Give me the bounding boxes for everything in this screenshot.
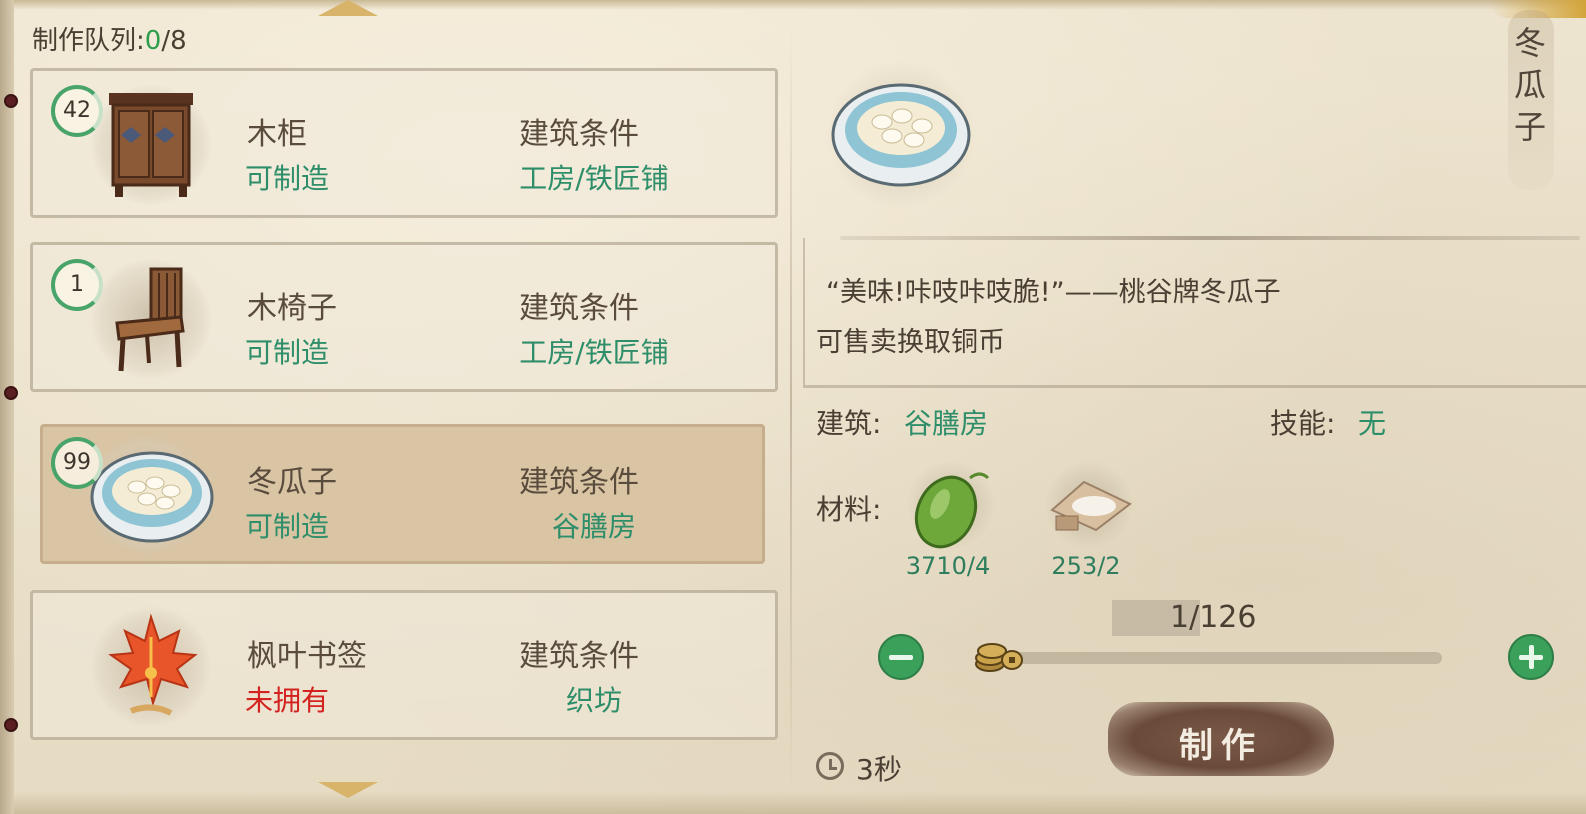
material-count: 253/2 — [1051, 552, 1121, 580]
queue-max: /8 — [161, 26, 187, 56]
queue-text: 制作队列: — [32, 26, 145, 56]
seed-bowl-icon — [87, 435, 214, 555]
condition-value: 谷膳房 — [551, 510, 636, 543]
condition-value: 工房/铁匠铺 — [519, 336, 669, 369]
detail-title: 冬 瓜 子 — [1506, 22, 1554, 148]
scroll-up-arrow-icon[interactable] — [318, 0, 378, 16]
title-char: 冬 — [1513, 24, 1546, 62]
recipe-status: 可制造 — [245, 336, 330, 369]
scroll-down-arrow-icon[interactable] — [318, 782, 378, 798]
quantity-slider[interactable] — [996, 652, 1442, 664]
building-label: 建筑: — [816, 407, 882, 440]
maple-leaf-icon — [91, 607, 211, 727]
wooden-chair-icon — [91, 259, 211, 379]
condition-value: 工房/铁匠铺 — [519, 162, 669, 195]
recipe-status: 可制造 — [245, 162, 330, 195]
top-edge — [14, 0, 1586, 10]
recipe-card-melon-seeds[interactable]: 99 冬瓜子 可制造 建筑条件 谷膳房 — [40, 424, 765, 564]
quantity-text: 1/126 — [1170, 600, 1257, 635]
material-item[interactable]: 3710/4 — [898, 460, 1008, 590]
book-binding — [0, 0, 14, 814]
skill-label: 技能: — [1270, 407, 1336, 440]
binding-ring — [4, 94, 18, 108]
recipe-name: 木椅子 — [247, 291, 337, 326]
increase-button[interactable] — [1508, 634, 1554, 680]
title-char: 子 — [1513, 108, 1546, 146]
condition-title: 建筑条件 — [519, 465, 639, 500]
description-box — [803, 238, 1586, 388]
flour-pack-icon — [1044, 460, 1134, 550]
recipe-card-chair[interactable]: 1 木椅子 可制造 建筑条件 工房/铁匠铺 — [30, 242, 778, 392]
recipe-name: 枫叶书签 — [247, 639, 367, 674]
owned-count-badge: 1 — [51, 259, 103, 311]
material-count: 3710/4 — [905, 552, 991, 580]
owned-count-badge: 99 — [51, 437, 103, 489]
recipe-name: 冬瓜子 — [247, 465, 337, 500]
detail-item-icon — [826, 60, 976, 210]
recipe-status: 未拥有 — [245, 684, 330, 717]
make-button[interactable]: 制作 — [1108, 702, 1334, 776]
panel-divider — [790, 22, 792, 792]
title-char: 瓜 — [1513, 66, 1546, 104]
winter-melon-icon — [906, 460, 996, 550]
description-line: “美味!咔吱咔吱脆!”——桃谷牌冬瓜子 — [826, 277, 1281, 308]
binding-ring — [4, 386, 18, 400]
coin-slider-knob-icon[interactable] — [970, 636, 1026, 676]
clock-icon — [816, 752, 844, 780]
craft-time: 3秒 — [856, 753, 902, 786]
condition-value: 织坊 — [565, 684, 622, 717]
skill-value: 无 — [1358, 407, 1387, 440]
bottom-edge — [14, 792, 1586, 814]
craft-queue-label: 制作队列:0/8 — [32, 20, 187, 57]
queue-current: 0 — [144, 26, 162, 56]
building-value: 谷膳房 — [904, 407, 989, 440]
recipe-status: 可制造 — [245, 510, 330, 543]
recipe-name: 木柜 — [247, 117, 307, 152]
wooden-cabinet-icon — [91, 85, 211, 205]
recipe-card-bookmark[interactable]: 枫叶书签 未拥有 建筑条件 织坊 — [30, 590, 778, 740]
condition-title: 建筑条件 — [519, 117, 639, 152]
decrease-button[interactable] — [878, 634, 924, 680]
condition-title: 建筑条件 — [519, 291, 639, 326]
recipe-card-cabinet[interactable]: 42 木柜 可制造 建筑条件 工房/铁匠铺 — [30, 68, 778, 218]
make-button-label: 制作 — [1179, 726, 1263, 766]
condition-title: 建筑条件 — [519, 639, 639, 674]
owned-count-badge: 42 — [51, 85, 103, 137]
materials-label: 材料: — [816, 493, 882, 526]
material-item[interactable]: 253/2 — [1036, 460, 1146, 590]
binding-ring — [4, 718, 18, 732]
description-line: 可售卖换取铜币 — [816, 327, 1005, 358]
